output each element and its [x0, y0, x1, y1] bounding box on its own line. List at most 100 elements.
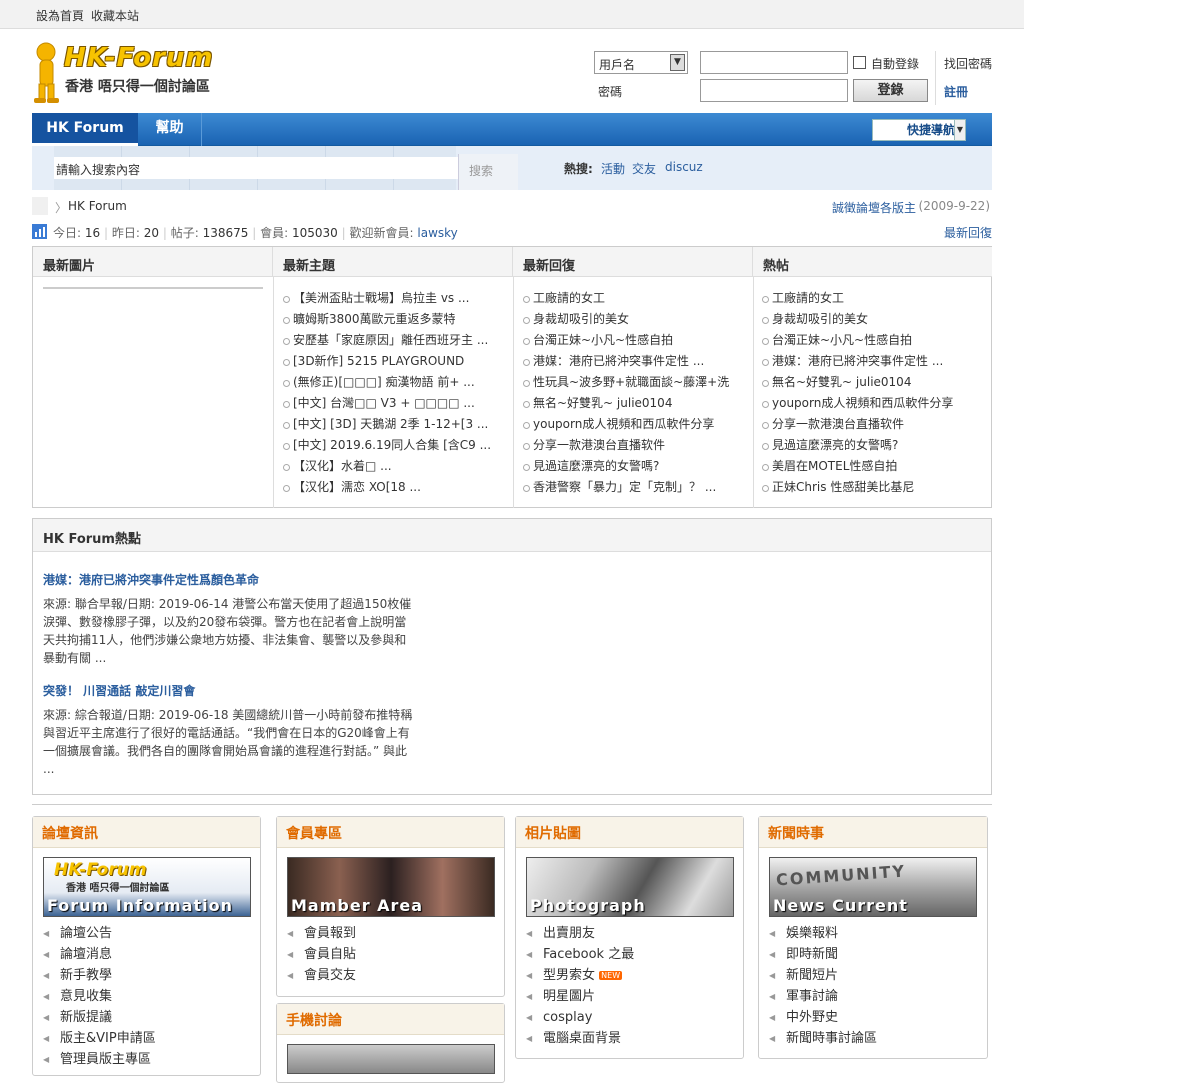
list-item[interactable]: Facebook 之最 [526, 944, 634, 965]
quick-nav-button[interactable]: 快捷導航 [872, 119, 966, 141]
username-input[interactable] [700, 51, 848, 74]
pics-slider-placeholder [43, 287, 263, 289]
list-item[interactable]: 正妹Chris 性感甜美比基尼 [762, 477, 984, 498]
list-item[interactable]: 台濁正妹~小凡~性感自拍 [762, 330, 984, 351]
article-summary: 來源: 綜合報道/日期: 2019-06-18 美國總統川普一小時前發布推特稱 … [43, 706, 423, 778]
category-forum-info: 論壇資訊 HK-Forum 香港 唔只得一個討論區 Forum Informat… [32, 816, 261, 1076]
col-divider [273, 277, 274, 508]
list-item[interactable]: 【汉化】濡恋 XO[18 ... [283, 477, 505, 498]
search-button[interactable]: 搜索 [458, 154, 518, 190]
list-item[interactable]: 新聞時事討論區 [769, 1028, 877, 1049]
register-link[interactable]: 註冊 [944, 83, 968, 100]
list-item[interactable]: [中文] [3D] 天鵝湖 2季 1-12+[3 ... [283, 414, 505, 435]
list-item[interactable]: 會員報到 [287, 923, 356, 944]
article-line: 天共拘捕11人，他們涉嫌公衆地方妨擾、非法集會、襲警以及參與和 [43, 633, 407, 647]
main-nav: HK Forum 幫助 快捷導航 ▼ [32, 113, 992, 146]
hot-term-1[interactable]: 活動 [601, 160, 625, 177]
list-item[interactable]: 娛樂報料 [769, 923, 877, 944]
posts-count: 138675 [202, 226, 249, 240]
list-item[interactable]: 性玩具~波多野+就職面談~藤澤+洗 [523, 372, 745, 393]
find-password-link[interactable]: 找回密碼 [944, 55, 992, 72]
list-item[interactable]: 會員自貼 [287, 944, 356, 965]
hot-term-2[interactable]: 交友 [632, 160, 656, 177]
login-type-select[interactable]: 用戶名 ▼ [594, 51, 688, 74]
list-item[interactable]: 港媒：港府已將沖突事件定性 ... [762, 351, 984, 372]
list-item[interactable]: (無修正)[□□□] 痴漢物語 前+ ... [283, 372, 505, 393]
category-title[interactable]: 新聞時事 [759, 817, 987, 848]
list-item[interactable]: [3D新作] 5215 PLAYGROUND [283, 351, 505, 372]
nav-item-home[interactable]: HK Forum [32, 113, 138, 146]
category-title[interactable]: 論壇資訊 [33, 817, 260, 848]
auto-login-checkbox[interactable] [853, 56, 866, 69]
article-line: 一個擴展會議。我們各自的團隊會開始爲會議的進程進行對話。” 與此 [43, 744, 408, 758]
list-item[interactable]: 明星圖片 [526, 986, 634, 1007]
list-item[interactable]: 意見收集 [43, 986, 156, 1007]
list-item[interactable]: 型男索女 NEW [526, 965, 634, 986]
list-item[interactable]: 無名~好雙乳~ julie0104 [762, 372, 984, 393]
list-item[interactable]: 工廠請的女工 [523, 288, 745, 309]
list-item[interactable]: 管理員版主專區 [43, 1049, 156, 1070]
article-headline[interactable]: 港媒：港府已將沖突事件定性爲顏色革命 [43, 571, 259, 588]
category-banner[interactable]: COMMUNITY News Current [769, 857, 977, 917]
category-news: 新聞時事 COMMUNITY News Current 娛樂報料 即時新聞 新聞… [758, 816, 988, 1059]
category-title[interactable]: 手機討論 [277, 1004, 504, 1035]
set-home-link[interactable]: 設為首頁 [36, 7, 84, 24]
list-item[interactable]: 分享一款港澳台直播软件 [523, 435, 745, 456]
search-input[interactable]: 請輸入搜索內容 [54, 157, 458, 179]
hot-term-3[interactable]: discuz [665, 160, 703, 174]
list-item[interactable]: 論壇公告 [43, 923, 156, 944]
category-banner[interactable]: HK-Forum 香港 唔只得一個討論區 Forum Information [43, 857, 251, 917]
list-item[interactable]: 論壇消息 [43, 944, 156, 965]
list-item[interactable]: youporn成人視頻和西瓜軟件分享 [762, 393, 984, 414]
home-icon[interactable] [32, 197, 48, 215]
site-logo[interactable]: HK-Forum 香港 唔只得一個討論區 [32, 38, 238, 106]
list-item[interactable]: 即時新聞 [769, 944, 877, 965]
article-line: 來源: 聯合早報/日期: 2019-06-14 港警公布當天使用了超過150枚催 [43, 597, 412, 611]
latest-reply-link[interactable]: 最新回復 [944, 224, 992, 241]
banner-text: Mamber Area [291, 896, 424, 915]
category-title[interactable]: 相片貼圖 [516, 817, 743, 848]
list-item[interactable]: 安歷基「家庭原因」離任西班牙主 ... [283, 330, 505, 351]
list-item[interactable]: 會員交友 [287, 965, 356, 986]
list-item[interactable]: 見過這麼漂亮的女警嗎? [523, 456, 745, 477]
list-item[interactable]: 新手教學 [43, 965, 156, 986]
list-item[interactable]: 分享一款港澳台直播软件 [762, 414, 984, 435]
list-item[interactable]: youporn成人視頻和西瓜軟件分享 [523, 414, 745, 435]
notice-link[interactable]: 誠徵論壇各版主 [832, 199, 916, 216]
list-item[interactable]: 【汉化】水着□ ... [283, 456, 505, 477]
category-banner[interactable] [287, 1044, 495, 1074]
list-item[interactable]: 【美洲盃貼士戰場】烏拉圭 vs ... [283, 288, 505, 309]
list-item[interactable]: [中文] 台灣□□ V3 + □□□□ ... [283, 393, 505, 414]
article-headline[interactable]: 突發！ 川習通話 敲定川習會 [43, 682, 195, 699]
login-button[interactable]: 登錄 [853, 79, 928, 102]
list-item[interactable]: 電腦桌面背景 [526, 1028, 634, 1049]
list-item[interactable]: 港媒：港府已將沖突事件定性 ... [523, 351, 745, 372]
list-item[interactable]: 身裁刧吸引的美女 [762, 309, 984, 330]
list-item[interactable]: 無名~好雙乳~ julie0104 [523, 393, 745, 414]
list-item[interactable]: 工廠請的女工 [762, 288, 984, 309]
list-item[interactable]: 曠姆斯3800萬歐元重返多蒙特 [283, 309, 505, 330]
password-input[interactable] [700, 79, 848, 102]
category-banner[interactable]: Mamber Area [287, 857, 495, 917]
list-item[interactable]: 見過這麼漂亮的女警嗎? [762, 435, 984, 456]
list-item[interactable]: 新版提議 [43, 1007, 156, 1028]
bookmark-link[interactable]: 收藏本站 [91, 7, 139, 24]
list-item[interactable]: cosplay [526, 1007, 634, 1028]
list-item[interactable]: 香港警察「暴力」定「克制」？ ... [523, 477, 745, 498]
newest-member-link[interactable]: lawsky [417, 226, 457, 240]
category-banner[interactable]: Photograph [526, 857, 734, 917]
list-item[interactable]: 中外野史 [769, 1007, 877, 1028]
chevron-down-icon[interactable]: ▼ [670, 54, 685, 71]
list-item[interactable]: 新聞短片 [769, 965, 877, 986]
list-item[interactable]: 版主&VIP申請區 [43, 1028, 156, 1049]
list-item[interactable]: [中文] 2019.6.19同人合集 [含C9 ... [283, 435, 505, 456]
list-item[interactable]: 出賣朋友 [526, 923, 634, 944]
nav-item-help[interactable]: 幫助 [138, 113, 202, 146]
list-item[interactable]: 身裁刧吸引的美女 [523, 309, 745, 330]
breadcrumb-current[interactable]: HK Forum [68, 199, 127, 213]
quick-nav-arrow-icon[interactable]: ▼ [954, 119, 966, 141]
list-item[interactable]: 台濁正妹~小凡~性感自拍 [523, 330, 745, 351]
list-item[interactable]: 軍事討論 [769, 986, 877, 1007]
list-item[interactable]: 美眉在MOTEL性感自拍 [762, 456, 984, 477]
category-title[interactable]: 會員專區 [277, 817, 504, 848]
